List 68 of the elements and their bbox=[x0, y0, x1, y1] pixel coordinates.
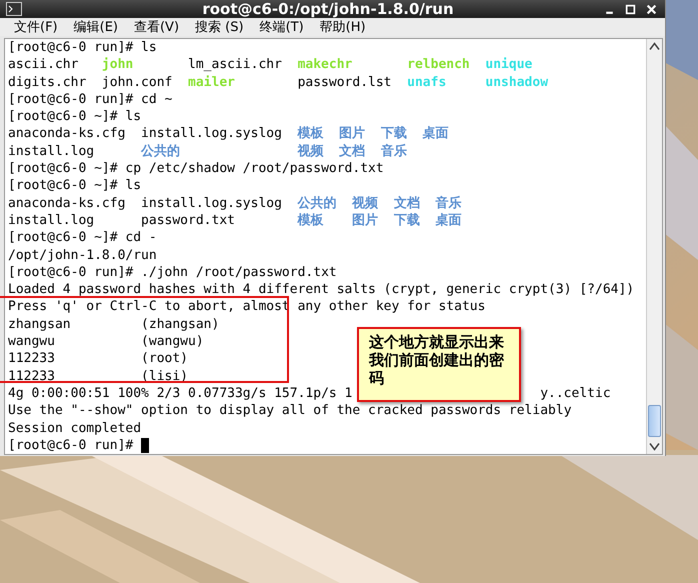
terminal-line: [root@c6-0 run]# cd ~ bbox=[8, 92, 172, 107]
terminal-line: [root@c6-0 run]# ./john /root/password.txt bbox=[8, 264, 337, 280]
menu-item[interactable]: 文件(F) bbox=[8, 18, 64, 36]
terminal-line: y..celtic bbox=[540, 384, 611, 402]
terminal-line: zhangsan (zhangsan) bbox=[8, 316, 220, 332]
terminal-line: 112233 (root) bbox=[8, 351, 188, 366]
file-name: install.log bbox=[8, 212, 96, 230]
terminal-line: wangwu (wangwu) bbox=[8, 334, 204, 350]
maximize-icon[interactable] bbox=[625, 4, 636, 14]
file-name: 下载 bbox=[380, 125, 407, 143]
terminal-line: 112233 (lisi) bbox=[8, 368, 188, 384]
file-name: 公共的 bbox=[298, 194, 337, 212]
terminal-line: Use the "--show" option to display all of the cracked passwords reliably bbox=[8, 403, 572, 418]
terminal-line: /opt/john-1.8.0/run bbox=[8, 248, 157, 263]
callout-note: 这个地方就显示出来我们前面创建出的密码 bbox=[357, 327, 521, 402]
file-name: 视频 bbox=[352, 194, 378, 212]
file-name: 图片 bbox=[339, 125, 366, 143]
file-name: unshadow bbox=[485, 74, 548, 91]
file-name: password.lst bbox=[298, 74, 392, 91]
file-name: unafs bbox=[407, 74, 448, 91]
terminal-line: [root@c6-0 run]# ls bbox=[8, 40, 157, 55]
file-name: password.txt bbox=[141, 212, 236, 230]
file-name: lm_ascii.chr bbox=[188, 56, 282, 74]
file-name: install.log bbox=[8, 142, 96, 160]
terminal-line: [root@c6-0 ~]# cp /etc/shadow /root/password.txt bbox=[8, 161, 384, 176]
file-name: anaconda-ks.cfg bbox=[8, 125, 126, 143]
menu-item[interactable]: 搜索 (S) bbox=[189, 18, 250, 36]
terminal-line: 4g 0:00:00:51 100% 2/3 0.07733g/s 157.1p/s 1 bbox=[8, 384, 354, 402]
menu-item[interactable]: 终端(T) bbox=[254, 18, 310, 36]
close-icon[interactable] bbox=[646, 4, 657, 14]
text-cursor bbox=[141, 438, 150, 453]
terminal-line: [root@c6-0 ~]# cd - bbox=[8, 230, 157, 246]
window-title: root@c6-0:/opt/john-1.8.0/run bbox=[201, 0, 455, 18]
terminal-line: [root@c6-0 ~]# ls bbox=[8, 178, 142, 194]
menu-item[interactable]: 查看(V) bbox=[128, 18, 186, 36]
file-name: 音乐 bbox=[380, 142, 407, 160]
terminal-line: [root@c6-0 ~]# ls bbox=[8, 109, 142, 124]
file-name: makechr bbox=[298, 56, 354, 74]
file-name: relbench bbox=[407, 56, 470, 74]
file-name: ascii.chr bbox=[8, 56, 80, 74]
file-name: install.log.syslog bbox=[141, 125, 282, 143]
file-name: 模板 bbox=[298, 125, 324, 143]
file-name: 文档 bbox=[394, 194, 420, 212]
terminal-line: Loaded 4 password hashes with 4 different salts (crypt, generic crypt(3) [?/64]) bbox=[8, 282, 634, 298]
terminal-icon bbox=[6, 2, 22, 16]
file-name: 图片 bbox=[352, 212, 378, 230]
file-name: john.conf bbox=[102, 74, 172, 91]
terminal-prompt: [root@c6-0 run]# bbox=[8, 436, 134, 454]
terminal-line: Press 'q' or Ctrl-C to abort, almost any other key for status bbox=[8, 299, 486, 314]
file-name: 下载 bbox=[394, 212, 420, 230]
file-name: 模板 bbox=[298, 212, 325, 230]
scrollbar[interactable] bbox=[646, 39, 662, 454]
file-name: 文档 bbox=[339, 142, 366, 160]
file-name: 视频 bbox=[298, 142, 324, 160]
file-name: mailer bbox=[188, 74, 236, 91]
file-name: install.log.syslog bbox=[141, 194, 282, 212]
menu-item[interactable]: 帮助(H) bbox=[314, 18, 372, 36]
menu-item[interactable]: 编辑(E) bbox=[68, 18, 124, 36]
file-name: john bbox=[102, 56, 134, 74]
file-name: 桌面 bbox=[436, 212, 462, 230]
file-name: anaconda-ks.cfg bbox=[8, 194, 126, 212]
file-name: digits.chr bbox=[8, 74, 86, 91]
terminal-line: Session completed bbox=[8, 420, 142, 436]
file-name: 桌面 bbox=[422, 125, 448, 143]
file-name: 公共的 bbox=[141, 142, 182, 160]
file-name: 音乐 bbox=[436, 194, 462, 212]
scroll-thumb[interactable] bbox=[648, 405, 661, 438]
file-name: unique bbox=[485, 56, 534, 74]
